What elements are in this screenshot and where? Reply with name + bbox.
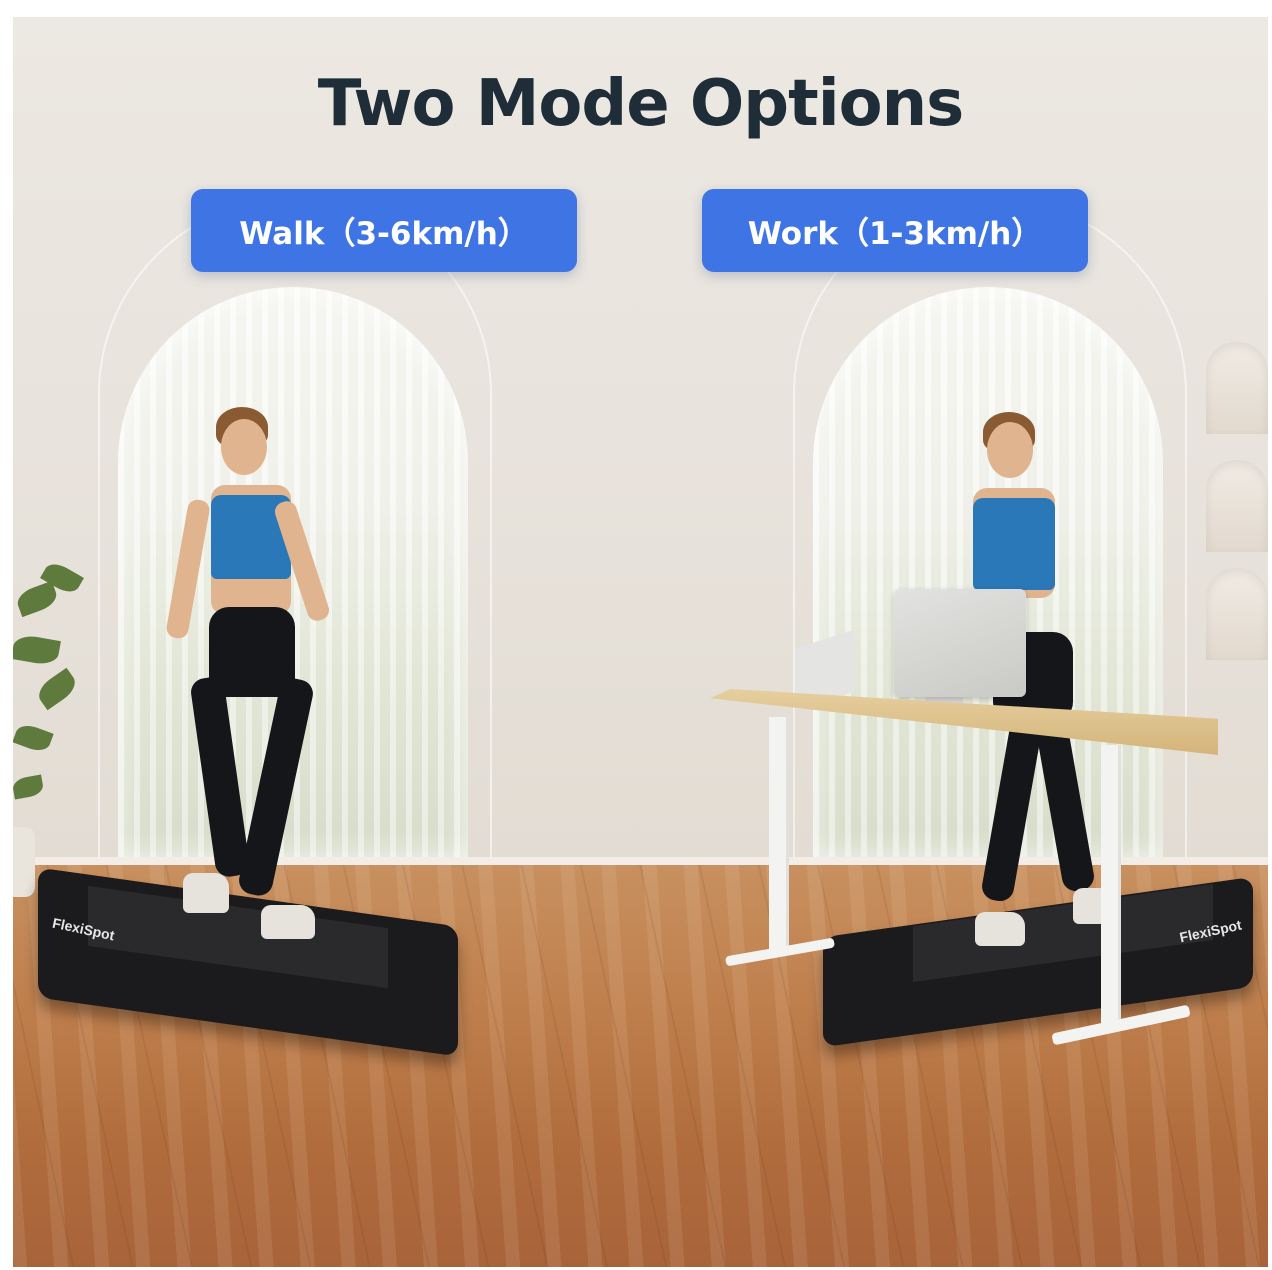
desk-leg-left bbox=[769, 717, 789, 955]
shelf-niche bbox=[1206, 568, 1268, 660]
desktop-monitor bbox=[894, 589, 1026, 697]
product-image: FlexiSpot FlexiSpot Two Mode Options Wal… bbox=[13, 17, 1268, 1267]
page-title: Two Mode Options bbox=[317, 67, 965, 141]
walk-mode-badge: Walk（3-6km/h） bbox=[191, 189, 577, 272]
woman-walking bbox=[163, 407, 343, 947]
shelf-niche bbox=[1206, 342, 1268, 434]
desk-leg-right bbox=[1101, 745, 1121, 1030]
work-mode-badge: Work（1-3km/h） bbox=[702, 189, 1088, 272]
shelf-niche bbox=[1206, 460, 1268, 552]
wall-shelves bbox=[1206, 342, 1268, 662]
plant-pot bbox=[13, 827, 35, 897]
